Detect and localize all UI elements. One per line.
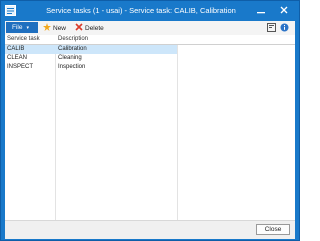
title-bar[interactable]: Service tasks (1 - usai) - Service task:… (1, 1, 299, 21)
info-icon[interactable] (280, 23, 289, 32)
minimize-icon (257, 6, 265, 16)
table-row[interactable]: CLEAN Cleaning (5, 54, 177, 63)
new-label: New (53, 24, 67, 32)
header-service-task[interactable]: Service task (5, 35, 55, 44)
close-icon (280, 6, 288, 16)
help-icon[interactable] (267, 23, 276, 32)
close-window-button[interactable] (277, 4, 291, 17)
service-task-grid: Service task Description CALIB Calibrati… (5, 35, 295, 220)
new-star-icon (43, 23, 51, 33)
file-label: File (12, 24, 23, 31)
dialog-window: Service tasks (1 - usai) - Service task:… (0, 0, 300, 241)
description-cell[interactable]: Cleaning (56, 54, 176, 63)
footer-bar: Close (5, 220, 295, 239)
description-cell[interactable]: Inspection (56, 63, 176, 72)
delete-x-icon (75, 23, 83, 33)
column-divider (177, 35, 178, 220)
file-menu-button[interactable]: File ▾ (6, 22, 38, 33)
form-app-icon (5, 5, 16, 16)
grid-header: Service task Description (5, 35, 295, 45)
service-task-cell[interactable]: CALIB (5, 45, 55, 54)
table-row[interactable]: CALIB Calibration (5, 45, 177, 54)
delete-button[interactable]: Delete (75, 22, 104, 34)
delete-label: Delete (85, 24, 104, 32)
action-pane: File ▾ New Delete (5, 21, 295, 36)
service-task-cell[interactable]: INSPECT (5, 63, 55, 72)
window-title: Service tasks (1 - usai) - Service task:… (46, 6, 236, 15)
chevron-down-icon: ▾ (26, 24, 29, 31)
new-button[interactable]: New (43, 22, 66, 34)
service-task-cell[interactable]: CLEAN (5, 54, 55, 63)
dialog-client-area: File ▾ New Delete Service task Descripti… (5, 21, 295, 239)
description-cell[interactable]: Calibration (56, 45, 176, 54)
close-button[interactable]: Close (256, 224, 290, 235)
minimize-button[interactable] (254, 4, 268, 17)
table-row[interactable]: INSPECT Inspection (5, 63, 177, 72)
header-description[interactable]: Description (56, 35, 176, 44)
